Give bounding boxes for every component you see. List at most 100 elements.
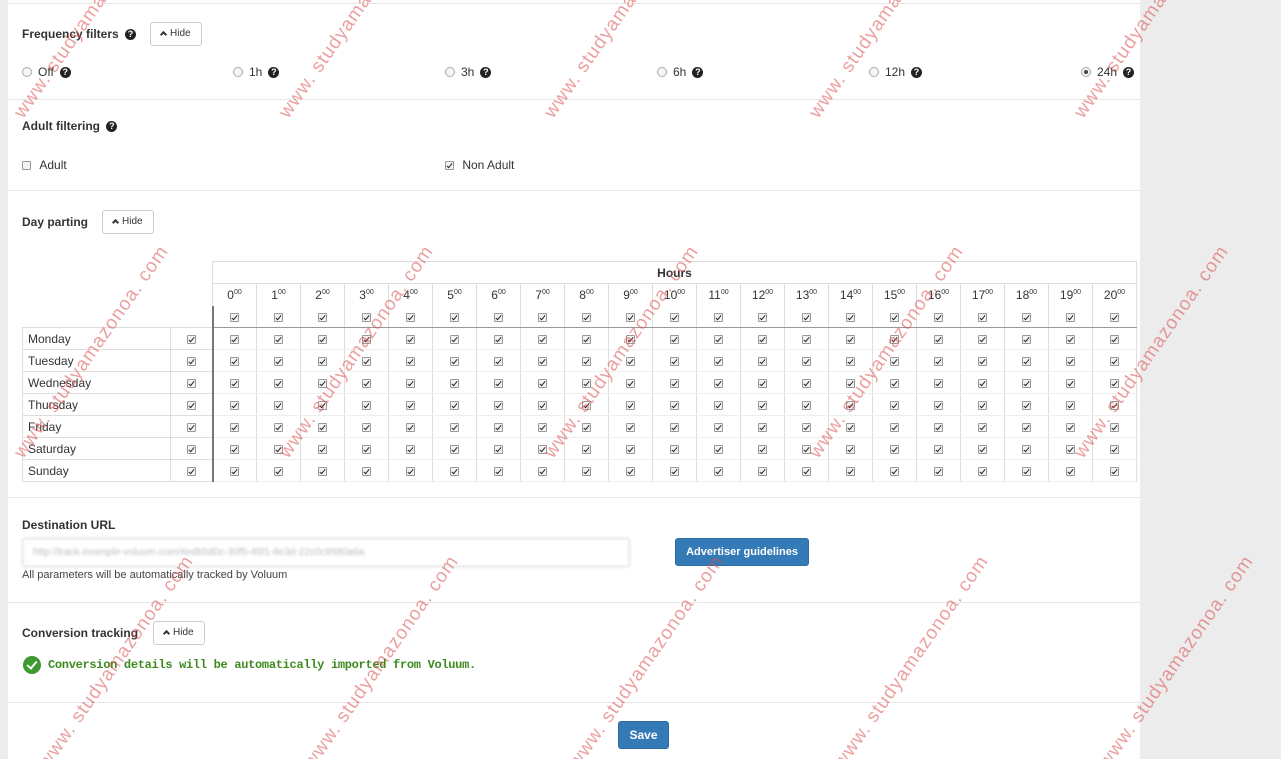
day-checkbox[interactable] <box>186 466 196 476</box>
hour-cell[interactable] <box>1048 327 1093 350</box>
hour-cell-checkbox[interactable] <box>670 400 679 410</box>
hour-cell-checkbox[interactable] <box>890 400 899 410</box>
hour-cell[interactable] <box>1092 459 1137 482</box>
hour-cell-checkbox[interactable] <box>362 444 371 454</box>
hour-cell-checkbox[interactable] <box>758 444 767 454</box>
hour-cell-checkbox[interactable] <box>934 444 943 454</box>
hour-cell[interactable] <box>872 327 917 350</box>
hour-cell-checkbox[interactable] <box>714 422 723 432</box>
hour-cell[interactable] <box>564 459 609 482</box>
hour-cell[interactable] <box>784 327 829 350</box>
hour-cell[interactable] <box>476 327 521 350</box>
hour-cell[interactable] <box>960 327 1005 350</box>
adult-checkbox[interactable] <box>22 161 31 171</box>
hour-cell[interactable] <box>872 371 917 394</box>
hour-column-toggle[interactable] <box>344 305 389 328</box>
hour-cell[interactable] <box>432 327 477 350</box>
frequency-radio[interactable] <box>657 67 667 77</box>
hour-cell[interactable] <box>960 349 1005 372</box>
hour-cell-checkbox[interactable] <box>318 334 327 344</box>
hour-cell[interactable] <box>1004 349 1049 372</box>
hour-cell[interactable] <box>432 415 477 438</box>
hour-cell-checkbox[interactable] <box>802 356 811 366</box>
hour-cell-checkbox[interactable] <box>362 466 371 476</box>
hour-cell-checkbox[interactable] <box>538 444 547 454</box>
hour-cell-checkbox[interactable] <box>406 334 415 344</box>
hour-cell-checkbox[interactable] <box>670 356 679 366</box>
hour-cell[interactable] <box>740 393 785 416</box>
hour-checkbox[interactable] <box>274 312 283 322</box>
save-button[interactable]: Save <box>618 721 669 749</box>
hour-column-toggle[interactable] <box>608 305 653 328</box>
hour-cell[interactable] <box>1092 415 1137 438</box>
hour-cell-checkbox[interactable] <box>890 466 899 476</box>
hour-cell-checkbox[interactable] <box>582 466 591 476</box>
hour-cell[interactable] <box>388 459 433 482</box>
hour-cell[interactable] <box>1048 393 1093 416</box>
hour-cell[interactable] <box>828 327 873 350</box>
conversion-hide-button[interactable]: Hide <box>153 621 205 645</box>
hour-cell-checkbox[interactable] <box>714 444 723 454</box>
hour-cell-checkbox[interactable] <box>406 422 415 432</box>
hour-cell-checkbox[interactable] <box>758 422 767 432</box>
hour-cell[interactable] <box>960 393 1005 416</box>
hour-cell[interactable] <box>344 437 389 460</box>
hour-cell-checkbox[interactable] <box>274 444 283 454</box>
hour-cell[interactable] <box>1004 393 1049 416</box>
hour-cell-checkbox[interactable] <box>230 378 240 388</box>
hour-cell-checkbox[interactable] <box>934 422 943 432</box>
day-checkbox[interactable] <box>186 356 196 366</box>
hour-cell-checkbox[interactable] <box>978 356 987 366</box>
hour-cell-checkbox[interactable] <box>758 378 767 388</box>
help-icon[interactable]: ? <box>106 121 118 132</box>
hour-column-toggle[interactable] <box>300 305 345 328</box>
help-icon[interactable]: ? <box>1123 67 1135 78</box>
hour-cell[interactable] <box>652 437 697 460</box>
hour-cell[interactable] <box>212 371 257 394</box>
hour-cell-checkbox[interactable] <box>1110 356 1119 366</box>
hour-cell[interactable] <box>388 415 433 438</box>
hour-cell[interactable] <box>476 371 521 394</box>
hour-column-toggle[interactable] <box>696 305 741 328</box>
hour-cell-checkbox[interactable] <box>846 400 855 410</box>
hour-cell-checkbox[interactable] <box>406 466 415 476</box>
advertiser-guidelines-button[interactable]: Advertiser guidelines <box>675 538 809 566</box>
hour-cell-checkbox[interactable] <box>890 334 899 344</box>
hour-cell-checkbox[interactable] <box>978 466 987 476</box>
hour-cell[interactable] <box>432 459 477 482</box>
hour-cell-checkbox[interactable] <box>714 466 723 476</box>
hour-cell[interactable] <box>212 327 257 350</box>
hour-cell-checkbox[interactable] <box>934 378 943 388</box>
day-checkbox[interactable] <box>186 444 196 454</box>
hour-cell[interactable] <box>784 459 829 482</box>
hour-cell-checkbox[interactable] <box>406 444 415 454</box>
hour-cell-checkbox[interactable] <box>582 356 591 366</box>
hour-cell[interactable] <box>388 437 433 460</box>
hour-checkbox[interactable] <box>670 312 679 322</box>
hour-cell[interactable] <box>256 327 301 350</box>
hour-cell[interactable] <box>1048 415 1093 438</box>
hour-cell[interactable] <box>256 393 301 416</box>
hour-cell-checkbox[interactable] <box>406 356 415 366</box>
hour-cell[interactable] <box>520 459 565 482</box>
hour-column-toggle[interactable] <box>916 305 961 328</box>
hour-cell-checkbox[interactable] <box>362 378 371 388</box>
hour-checkbox[interactable] <box>626 312 635 322</box>
hour-cell[interactable] <box>960 459 1005 482</box>
hour-cell-checkbox[interactable] <box>538 334 547 344</box>
hour-column-toggle[interactable] <box>828 305 873 328</box>
hour-cell-checkbox[interactable] <box>626 422 635 432</box>
frequency-option-12h[interactable]: 12h? <box>869 65 923 79</box>
hour-cell-checkbox[interactable] <box>758 400 767 410</box>
hour-cell-checkbox[interactable] <box>582 334 591 344</box>
hour-cell[interactable] <box>828 415 873 438</box>
hour-cell-checkbox[interactable] <box>582 378 591 388</box>
hour-cell-checkbox[interactable] <box>538 378 547 388</box>
hour-cell-checkbox[interactable] <box>1066 356 1075 366</box>
hour-cell-checkbox[interactable] <box>406 378 415 388</box>
hour-cell-checkbox[interactable] <box>626 378 635 388</box>
hour-cell-checkbox[interactable] <box>802 444 811 454</box>
hour-cell[interactable] <box>652 349 697 372</box>
hour-cell[interactable] <box>256 415 301 438</box>
hour-checkbox[interactable] <box>406 312 415 322</box>
